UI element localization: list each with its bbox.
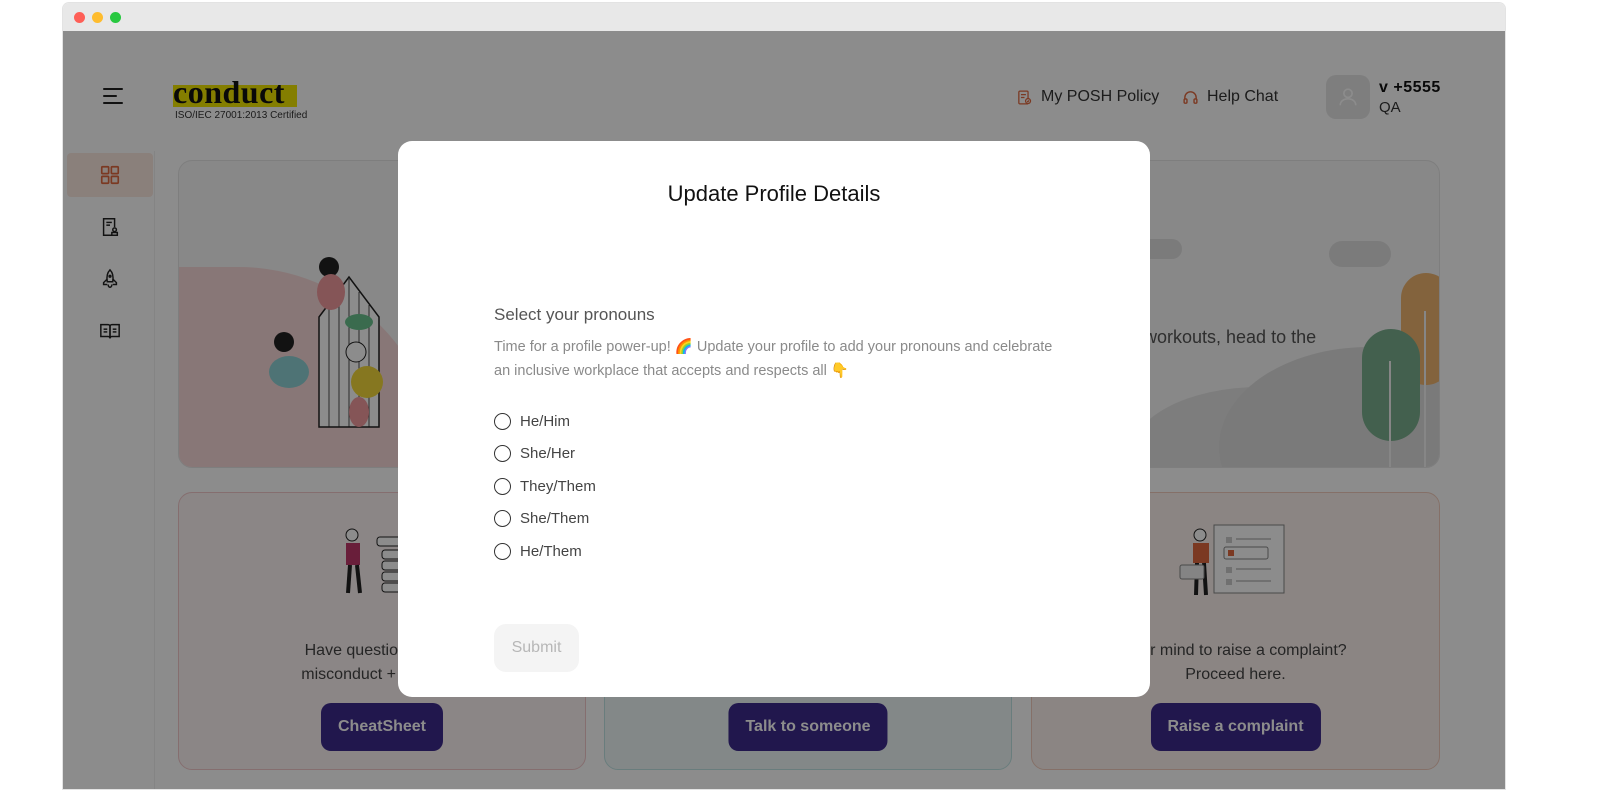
pronoun-options: He/Him She/Her They/Them She/Them He/The… (494, 405, 596, 568)
option-label: She/Them (520, 510, 590, 528)
pronoun-option-they-them[interactable]: They/Them (494, 470, 596, 503)
maximize-window-button[interactable] (110, 12, 121, 23)
option-label: He/Him (520, 412, 571, 430)
radio-button[interactable] (494, 477, 511, 495)
pronouns-description: Time for a profile power-up! 🌈 Update yo… (494, 339, 1053, 379)
pronouns-heading: Select your pronouns (494, 305, 655, 324)
pronoun-option-he-them[interactable]: He/Them (494, 535, 596, 568)
option-label: She/Her (520, 445, 576, 463)
pronoun-option-she-them[interactable]: She/Them (494, 503, 596, 536)
pronoun-option-she-her[interactable]: She/Her (494, 438, 596, 471)
minimize-window-button[interactable] (92, 12, 103, 23)
option-label: They/Them (520, 477, 596, 495)
radio-button[interactable] (494, 510, 511, 528)
submit-button[interactable]: Submit (494, 624, 579, 672)
pronoun-option-he-him[interactable]: He/Him (494, 405, 596, 438)
radio-button[interactable] (494, 412, 511, 430)
close-window-button[interactable] (74, 12, 85, 23)
window-titlebar (63, 3, 1505, 31)
radio-button[interactable] (494, 542, 511, 560)
radio-button[interactable] (494, 445, 511, 463)
update-profile-modal: Update Profile Details Select your prono… (398, 141, 1150, 697)
modal-title: Update Profile Details (667, 181, 881, 206)
option-label: He/Them (520, 542, 582, 560)
